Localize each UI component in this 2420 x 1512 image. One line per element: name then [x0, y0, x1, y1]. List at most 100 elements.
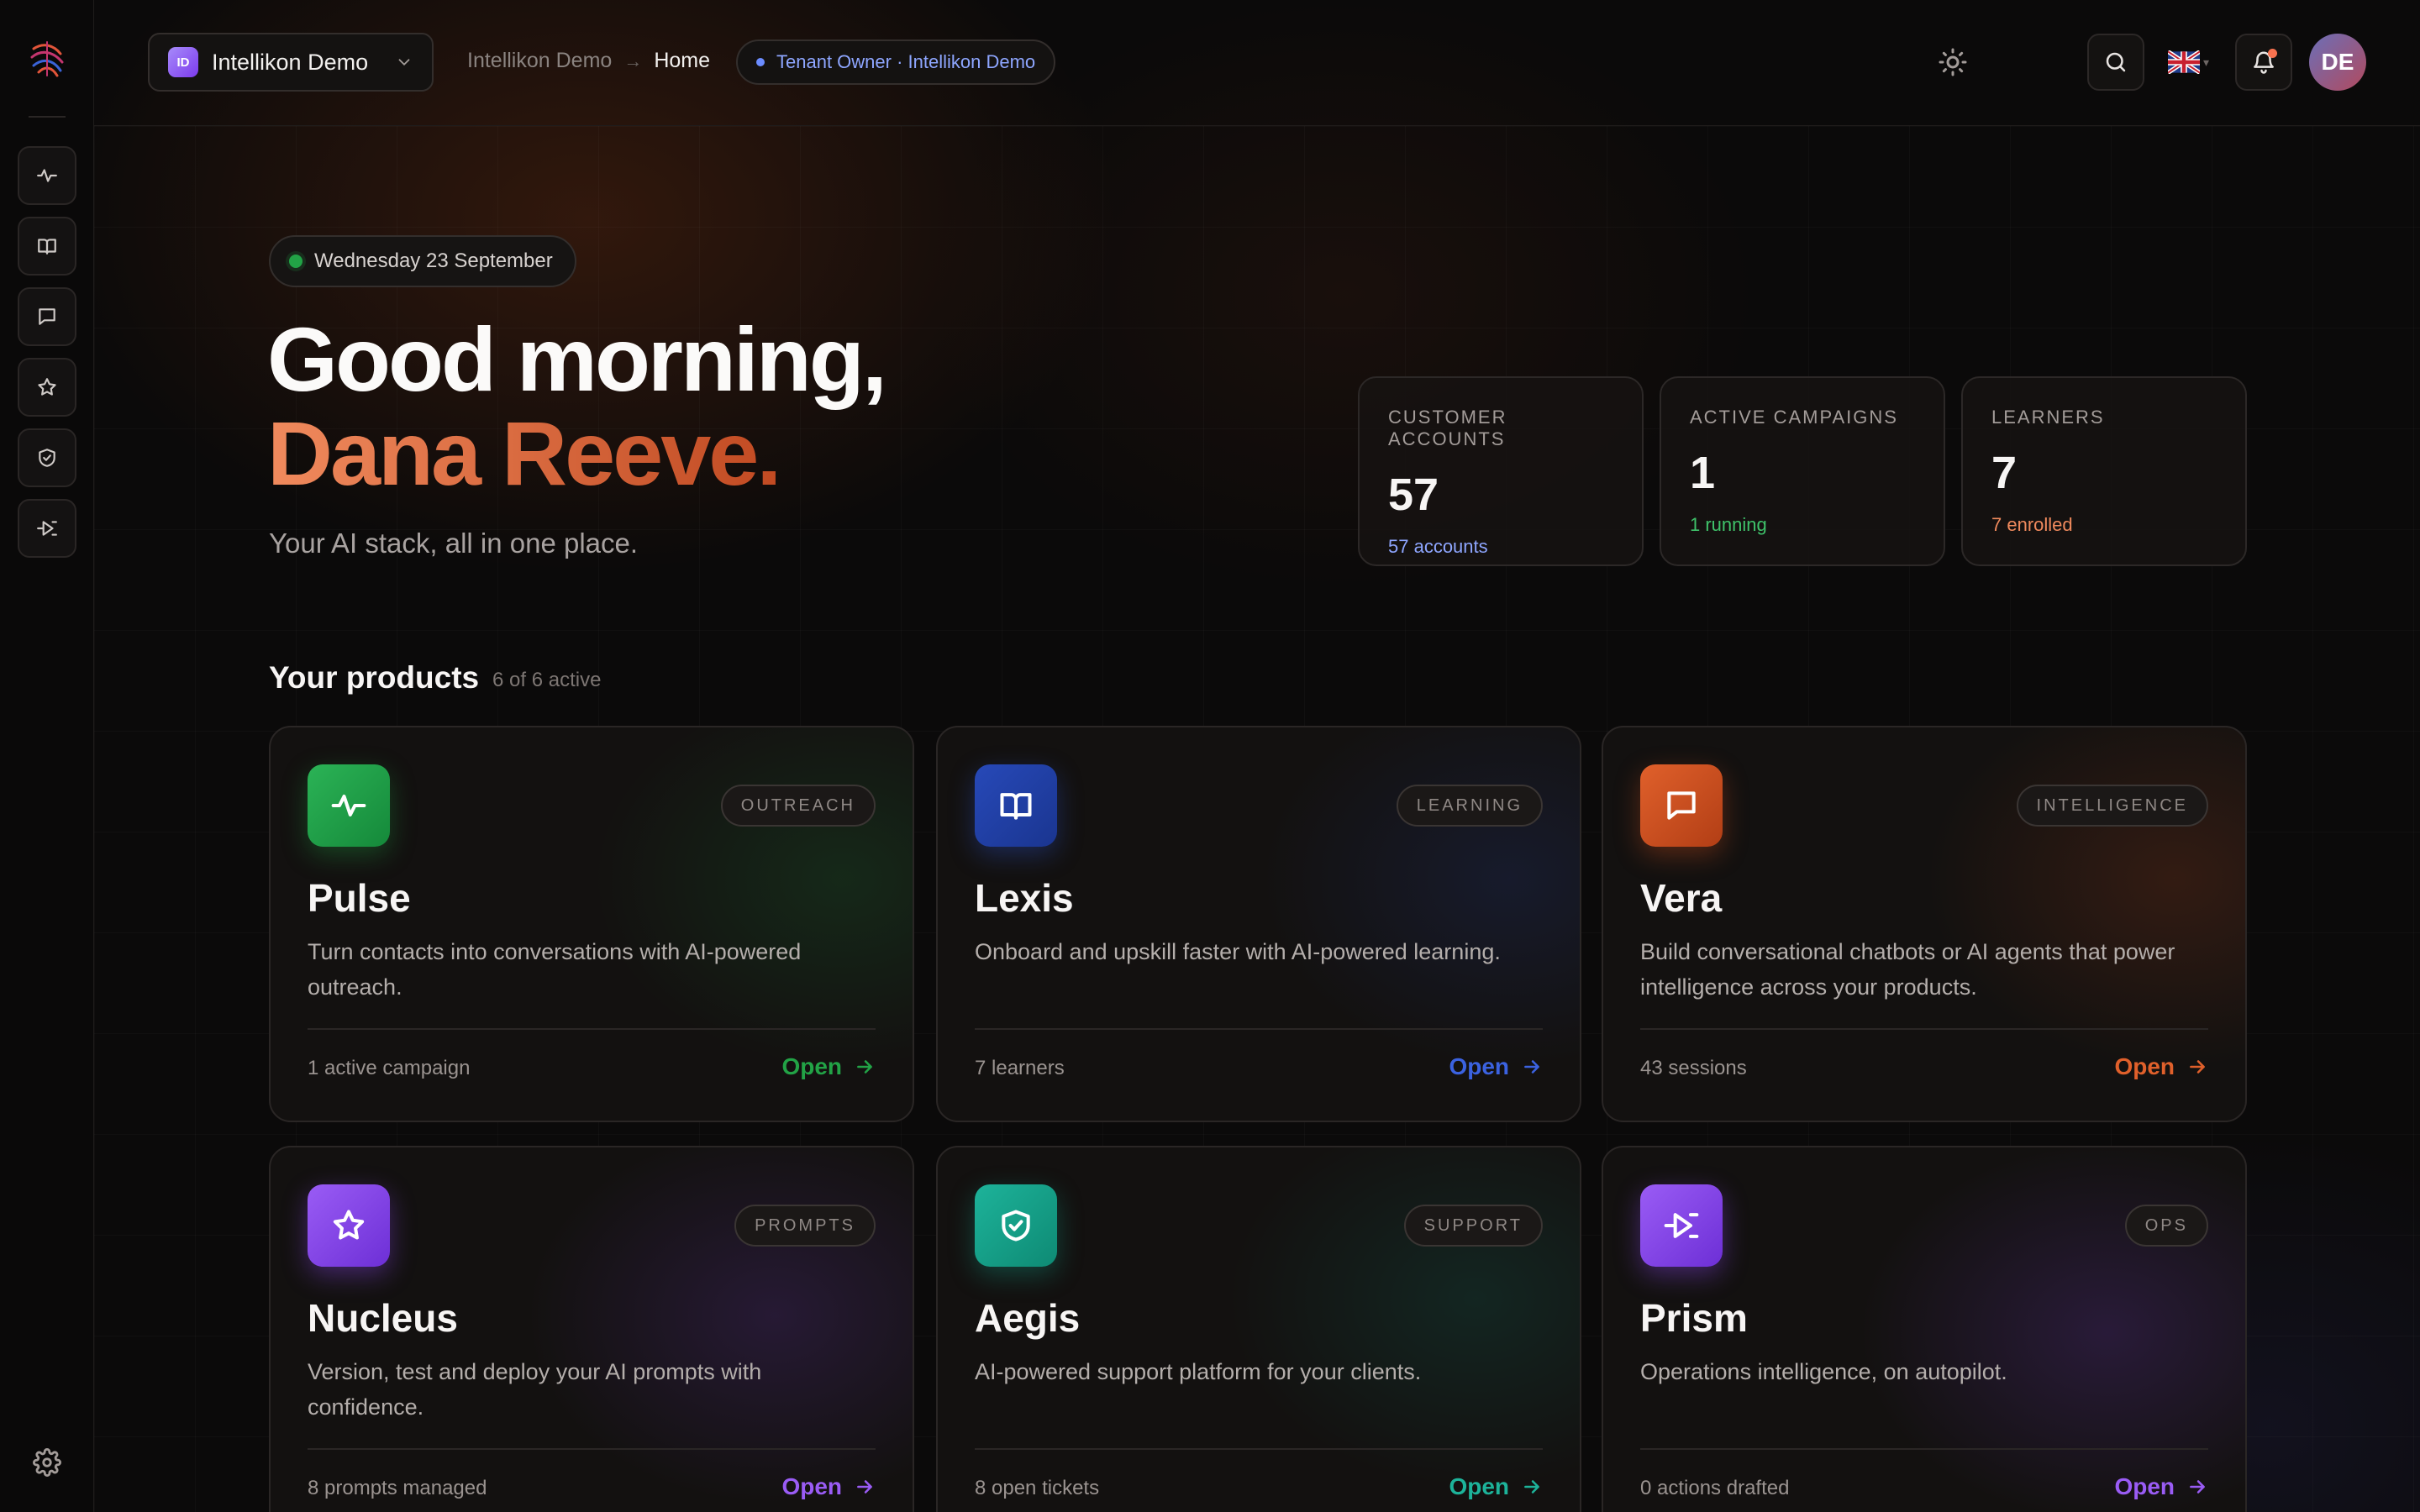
sidebar-item-aegis[interactable]: [17, 428, 76, 487]
product-name: Aegis: [975, 1296, 1081, 1340]
shield-icon: [38, 449, 55, 467]
open-product-link[interactable]: Open: [1449, 1053, 1543, 1080]
product-icon-tile: [1640, 1184, 1723, 1267]
product-card-prism[interactable]: OPS Prism Operations intelligence, on au…: [1602, 1146, 2247, 1512]
open-product-link[interactable]: Open: [781, 1053, 876, 1080]
product-description: Version, test and deploy your AI prompts…: [308, 1359, 762, 1420]
settings-gear-icon[interactable]: [32, 1448, 61, 1477]
breadcrumb-current: Home: [654, 49, 710, 72]
sidebar-divider: [28, 116, 66, 118]
product-card-aegis[interactable]: SUPPORT Aegis AI-powered support platfor…: [936, 1146, 1581, 1512]
product-card-nucleus[interactable]: PROMPTS Nucleus Version, test and deploy…: [269, 1146, 914, 1512]
product-category-tag: INTELLIGENCE: [2016, 785, 2208, 827]
products-section-title: Your products: [269, 660, 480, 695]
user-avatar[interactable]: DE: [2309, 34, 2366, 91]
product-card-vera[interactable]: INTELLIGENCE Vera Build conversational c…: [1602, 726, 2247, 1122]
product-card-pulse[interactable]: OUTREACH Pulse Turn contacts into conver…: [269, 726, 914, 1122]
open-product-link[interactable]: Open: [2114, 1473, 2208, 1500]
tenant-name: Intellikon Demo: [212, 49, 369, 75]
product-meta: 43 sessions: [1640, 1057, 1747, 1079]
product-name: Lexis: [975, 876, 1074, 920]
search-icon: [2106, 52, 2126, 72]
arrow-right-icon: [2190, 1480, 2205, 1494]
stat-value: 1: [1690, 448, 1716, 498]
sidebar: [0, 0, 94, 1512]
product-meta: 8 prompts managed: [308, 1477, 487, 1499]
stat-subtext: 57 accounts: [1388, 536, 1488, 557]
stat-subtext: 7 enrolled: [1991, 514, 2073, 535]
sidebar-item-vera[interactable]: [17, 287, 76, 346]
open-product-link[interactable]: Open: [781, 1473, 876, 1500]
product-description: Onboard and upskill faster with AI-power…: [975, 939, 1501, 964]
card-divider: [1640, 1448, 2208, 1450]
product-meta: 8 open tickets: [975, 1477, 1100, 1499]
sidebar-item-pulse[interactable]: [17, 146, 76, 205]
pulse-icon: [331, 794, 366, 817]
tagline: Your AI stack, all in one place.: [269, 528, 639, 559]
stat-label: LEARNERS: [1991, 407, 2105, 428]
stat-card-customer-accounts[interactable]: CUSTOMER ACCOUNTS 57 57 accounts: [1358, 376, 1644, 566]
breadcrumb-parent[interactable]: Intellikon Demo: [467, 49, 612, 73]
top-bar: ID Intellikon Demo Intellikon Demo → Hom…: [94, 0, 2420, 126]
tenant-switcher[interactable]: ID Intellikon Demo: [148, 33, 434, 92]
product-name: Vera: [1640, 876, 1723, 920]
card-divider: [308, 1448, 876, 1450]
product-name: Prism: [1640, 1296, 1748, 1340]
products-count: 6 of 6 active: [492, 669, 602, 691]
stat-value: 57: [1388, 470, 1439, 520]
date-label: Wednesday 23 September: [314, 249, 553, 272]
stat-label: CUSTOMER ACCOUNTS: [1388, 407, 1507, 449]
card-divider: [1640, 1028, 2208, 1030]
open-label: Open: [2114, 1053, 2175, 1079]
sidebar-item-nucleus[interactable]: [17, 358, 76, 417]
card-divider: [308, 1028, 876, 1030]
theme-toggle-sun-icon[interactable]: [1938, 47, 1968, 77]
product-meta: 0 actions drafted: [1640, 1477, 1790, 1499]
book-icon: [37, 239, 56, 255]
sidebar-item-prism[interactable]: [17, 499, 76, 558]
breadcrumb: Intellikon Demo → Home: [467, 49, 710, 73]
sidebar-item-lexis[interactable]: [17, 217, 76, 276]
open-product-link[interactable]: Open: [2114, 1053, 2208, 1080]
stat-label: ACTIVE CAMPAIGNS: [1690, 407, 1898, 428]
open-product-link[interactable]: Open: [1449, 1473, 1543, 1500]
open-label: Open: [1449, 1473, 1509, 1499]
date-badge: Wednesday 23 September: [269, 235, 576, 287]
chat-icon: [1667, 791, 1696, 820]
arrow-right-icon: [2190, 1060, 2205, 1074]
card-divider: [975, 1448, 1543, 1450]
open-label: Open: [781, 1473, 842, 1499]
product-category-tag: LEARNING: [1396, 785, 1543, 827]
greeting-heading: Good morning,: [267, 308, 887, 410]
language-flag-uk-icon[interactable]: [2168, 50, 2200, 74]
role-badge: Tenant Owner · Intellikon Demo: [736, 39, 1056, 85]
open-label: Open: [1449, 1053, 1509, 1079]
app-logo-icon[interactable]: [25, 37, 69, 81]
breadcrumb-separator: →: [623, 50, 643, 71]
product-name: Pulse: [308, 876, 411, 920]
tenant-badge: ID: [168, 47, 198, 77]
product-category-tag: OPS: [2124, 1205, 2208, 1247]
search-button[interactable]: [2087, 34, 2144, 91]
product-description: AI-powered support platform for your cli…: [975, 1359, 1422, 1384]
open-label: Open: [2114, 1473, 2175, 1499]
product-icon-tile: [308, 764, 390, 847]
product-card-lexis[interactable]: LEARNING Lexis Onboard and upskill faste…: [936, 726, 1581, 1122]
shield-icon: [1002, 1210, 1030, 1242]
product-description: Operations intelligence, on autopilot.: [1640, 1359, 2007, 1384]
product-category-tag: SUPPORT: [1403, 1205, 1543, 1247]
language-chevron-icon[interactable]: ▾: [2203, 55, 2209, 70]
stat-card-active-campaigns[interactable]: ACTIVE CAMPAIGNS 1 1 running: [1660, 376, 1945, 566]
notifications-button[interactable]: [2235, 34, 2292, 91]
product-icon-tile: [975, 764, 1057, 847]
chat-icon: [38, 308, 55, 325]
arrow-right-icon: [857, 1480, 872, 1494]
arrow-right-icon: [1524, 1060, 1539, 1074]
product-description: Turn contacts into conversations with AI…: [308, 939, 802, 1000]
book-icon: [1000, 793, 1032, 820]
product-meta: 1 active campaign: [308, 1057, 471, 1079]
stat-card-learners[interactable]: LEARNERS 7 7 enrolled: [1961, 376, 2247, 566]
product-icon-tile: [1640, 764, 1723, 847]
product-category-tag: PROMPTS: [734, 1205, 876, 1247]
product-icon-tile: [308, 1184, 390, 1267]
